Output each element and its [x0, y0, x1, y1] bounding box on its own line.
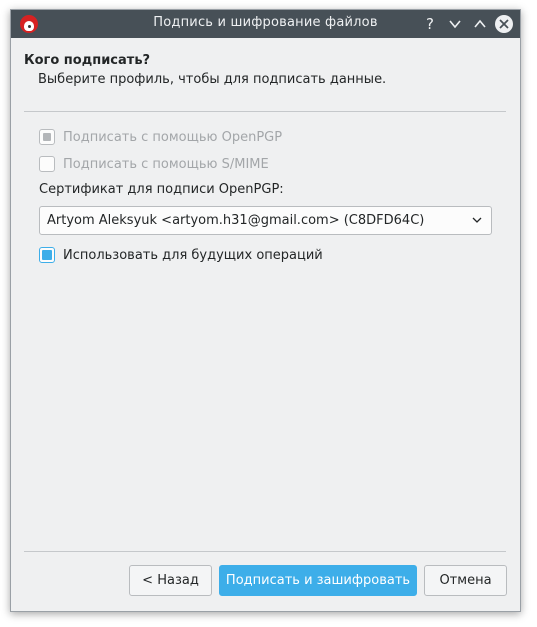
dialog-content: Кого подписать? Выберите профиль, чтобы … [11, 38, 520, 611]
remember-checkbox[interactable] [39, 247, 55, 263]
chevron-down-icon [449, 20, 461, 29]
chevron-up-icon [474, 19, 486, 28]
remember-label[interactable]: Использовать для будущих операций [63, 248, 323, 263]
footer-divider [24, 551, 506, 552]
chevron-down-icon [472, 217, 482, 223]
divider [24, 111, 506, 112]
minimize-button[interactable] [445, 14, 465, 34]
page-subtitle: Выберите профиль, чтобы для подписать да… [38, 72, 387, 87]
close-button[interactable] [495, 15, 513, 33]
sign-encrypt-button[interactable]: Подписать и зашифровать [219, 565, 417, 596]
maximize-button[interactable] [470, 14, 490, 34]
sign-smime-option: Подписать с помощью S/MIME [39, 154, 269, 174]
back-button[interactable]: < Назад [129, 565, 212, 596]
certificate-select[interactable]: Artyom Aleksyuk <artyom.h31@gmail.com> (… [39, 206, 492, 235]
cancel-button[interactable]: Отмена [424, 565, 507, 596]
sign-smime-label: Подписать с помощью S/MIME [63, 156, 269, 172]
remember-option[interactable]: Использовать для будущих операций [39, 245, 323, 265]
certificate-label: Сертификат для подписи OpenPGP: [39, 182, 284, 197]
page-title: Кого подписать? [24, 53, 151, 68]
close-icon [499, 19, 509, 29]
sign-openpgp-checkbox [39, 129, 55, 145]
sign-openpgp-option: Подписать с помощью OpenPGP [39, 127, 282, 147]
help-button[interactable]: ? [420, 14, 440, 34]
sign-openpgp-label: Подписать с помощью OpenPGP [63, 129, 283, 145]
sign-encrypt-dialog: Подпись и шифрование файлов ? Кого подпи… [10, 9, 521, 612]
certificate-select-value: Artyom Aleksyuk <artyom.h31@gmail.com> (… [47, 213, 425, 228]
sign-smime-checkbox [39, 156, 55, 172]
window-title: Подпись и шифрование файлов [153, 15, 378, 30]
title-bar[interactable]: Подпись и шифрование файлов ? [11, 10, 520, 38]
